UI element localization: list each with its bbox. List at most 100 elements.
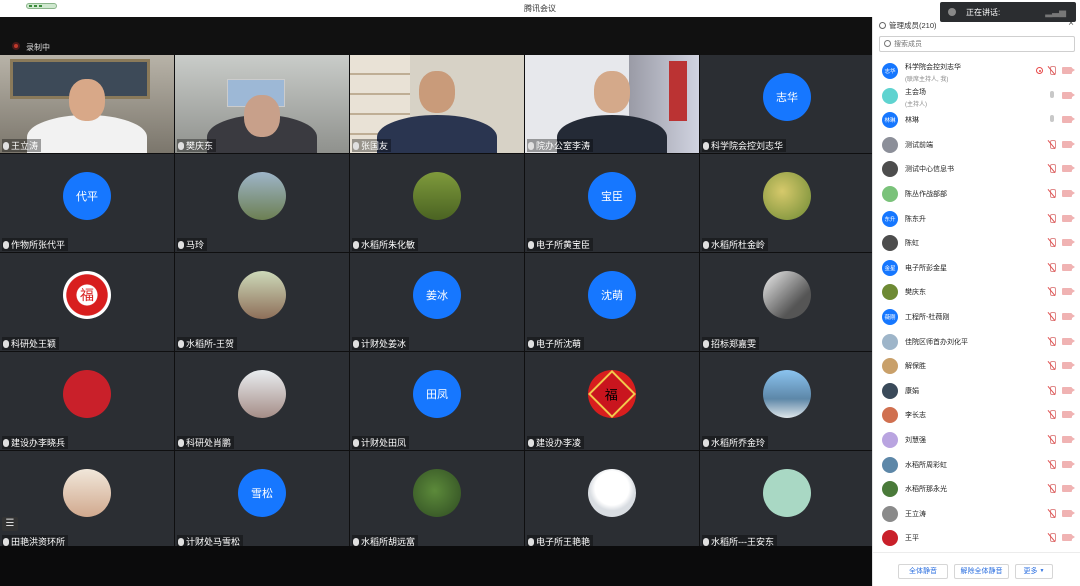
member-row[interactable]: 测试中心信息书 xyxy=(873,157,1080,182)
participant-tile[interactable]: 福建设办李凌 xyxy=(525,352,699,450)
camera-off-icon[interactable] xyxy=(1062,312,1075,320)
camera-off-icon[interactable] xyxy=(1062,116,1075,124)
menu-icon[interactable]: ☰ xyxy=(2,517,18,531)
member-row[interactable]: 佳院区师首办刘化平 xyxy=(873,330,1080,355)
participant-avatar xyxy=(413,469,461,517)
members-count-label: 管理成员(210) xyxy=(889,21,937,30)
camera-off-icon[interactable] xyxy=(1062,460,1075,468)
microphone-muted-icon[interactable] xyxy=(1049,213,1056,223)
member-row[interactable]: 刘慧强 xyxy=(873,428,1080,453)
participant-tile[interactable]: 水稻所杜金岭 xyxy=(700,154,874,252)
member-row[interactable]: 东升 陈东升 xyxy=(873,207,1080,232)
camera-off-icon[interactable] xyxy=(1062,485,1075,493)
microphone-icon[interactable] xyxy=(1049,115,1055,124)
member-search[interactable] xyxy=(879,36,1075,52)
camera-off-icon[interactable] xyxy=(1062,263,1075,271)
camera-off-icon[interactable] xyxy=(1062,411,1075,419)
participant-tile[interactable]: 田凤 计财处田凤 xyxy=(350,352,524,450)
microphone-muted-icon[interactable] xyxy=(1049,336,1056,346)
participant-tile[interactable]: 水稻所---王安东 xyxy=(700,451,874,549)
microphone-icon xyxy=(353,439,359,447)
microphone-icon[interactable] xyxy=(1049,90,1055,100)
microphone-muted-icon[interactable] xyxy=(1049,459,1056,469)
member-row[interactable]: 志华 科学院会控刘志华 (联席主持人, 我) xyxy=(873,59,1080,84)
microphone-muted-icon[interactable] xyxy=(1049,434,1056,444)
mute-all-button[interactable]: 全体静音 xyxy=(898,564,948,579)
microphone-muted-icon[interactable] xyxy=(1049,139,1056,149)
camera-off-icon[interactable] xyxy=(1062,534,1075,542)
member-row[interactable]: 金星 电子所彭金星 xyxy=(873,256,1080,281)
participant-avatar: 志华 xyxy=(763,73,811,121)
microphone-muted-icon[interactable] xyxy=(1049,533,1056,543)
microphone-muted-icon[interactable] xyxy=(1049,484,1056,494)
participant-tile[interactable]: 田艳洪资环所 xyxy=(0,451,174,549)
microphone-muted-icon[interactable] xyxy=(1049,385,1056,395)
member-row[interactable]: 水稻所那永光 xyxy=(873,477,1080,502)
camera-off-icon[interactable] xyxy=(1062,189,1075,197)
camera-off-icon[interactable] xyxy=(1062,509,1075,517)
member-row[interactable]: 陈虹 xyxy=(873,231,1080,256)
microphone-muted-icon[interactable] xyxy=(1049,262,1056,272)
participant-avatar: 代平 xyxy=(63,172,111,220)
camera-off-icon[interactable] xyxy=(1062,337,1075,345)
participant-tile[interactable]: 姜冰 计财处姜冰 xyxy=(350,253,524,351)
member-row[interactable]: 王立涛 xyxy=(873,502,1080,527)
more-button[interactable]: 更多 ▼ xyxy=(1015,564,1053,579)
member-row[interactable]: 王平 xyxy=(873,526,1080,549)
participant-tile[interactable]: 福科研处王颖 xyxy=(0,253,174,351)
participant-tile[interactable]: 张国友 xyxy=(350,55,524,153)
participant-name: 王立涛 xyxy=(11,141,39,151)
microphone-muted-icon[interactable] xyxy=(1049,410,1056,420)
participant-tile[interactable]: 建设办李晓兵 xyxy=(0,352,174,450)
member-row[interactable]: 林琳 林琳 xyxy=(873,108,1080,133)
camera-off-icon[interactable] xyxy=(1062,165,1075,173)
participant-tile[interactable]: 志华 科学院会控刘志华 xyxy=(700,55,874,153)
member-row[interactable]: 薇刚 工程所-杜薇刚 xyxy=(873,305,1080,330)
camera-off-icon[interactable] xyxy=(1062,362,1075,370)
microphone-muted-icon[interactable] xyxy=(1049,311,1056,321)
participant-tile[interactable]: 雪松 计财处马雪松 xyxy=(175,451,349,549)
microphone-muted-icon[interactable] xyxy=(1049,188,1056,198)
member-row[interactable]: 陈丛作战部部 xyxy=(873,182,1080,207)
camera-off-icon[interactable] xyxy=(1062,239,1075,247)
member-row[interactable]: 水稻所周彩虹 xyxy=(873,453,1080,478)
member-row[interactable]: 康娟 xyxy=(873,379,1080,404)
participant-tile[interactable]: 招标郑嘉雯 xyxy=(700,253,874,351)
participant-tile[interactable]: 代平 作物所张代平 xyxy=(0,154,174,252)
participant-name-tag: 院办公室李涛 xyxy=(527,139,594,152)
camera-off-icon[interactable] xyxy=(1062,386,1075,394)
participant-tile[interactable]: 科研处肖鹏 xyxy=(175,352,349,450)
participant-tile[interactable]: 水稻所胡远富 xyxy=(350,451,524,549)
camera-off-icon[interactable] xyxy=(1062,214,1075,222)
participant-tile[interactable]: 电子所王艳艳 xyxy=(525,451,699,549)
microphone-muted-icon[interactable] xyxy=(1049,164,1056,174)
microphone-muted-icon[interactable] xyxy=(1049,361,1056,371)
camera-off-icon[interactable] xyxy=(1062,91,1075,99)
unmute-all-button[interactable]: 解除全体静音 xyxy=(954,564,1009,579)
participant-tile[interactable]: 水稻所朱化敏 xyxy=(350,154,524,252)
member-row[interactable]: 解保胜 xyxy=(873,354,1080,379)
camera-off-icon[interactable] xyxy=(1062,67,1075,74)
member-row[interactable]: 主会场 (主持人) xyxy=(873,84,1080,109)
participant-tile[interactable]: 院办公室李涛 xyxy=(525,55,699,153)
participant-tile[interactable]: 王立涛 xyxy=(0,55,174,153)
participant-name-tag: 计财处姜冰 xyxy=(352,337,410,350)
member-row[interactable]: 樊庆东 xyxy=(873,280,1080,305)
participant-tile[interactable]: 水稻所乔金玲 xyxy=(700,352,874,450)
camera-off-icon[interactable] xyxy=(1062,288,1075,296)
microphone-muted-icon[interactable] xyxy=(1049,66,1056,75)
participant-tile[interactable]: 宝臣 电子所黄宝臣 xyxy=(525,154,699,252)
microphone-muted-icon[interactable] xyxy=(1049,287,1056,297)
participant-tile[interactable]: 樊庆东 xyxy=(175,55,349,153)
camera-off-icon[interactable] xyxy=(1062,140,1075,148)
member-row[interactable]: 测试前端 xyxy=(873,133,1080,158)
participant-tile[interactable]: 沈萌 电子所沈萌 xyxy=(525,253,699,351)
microphone-muted-icon[interactable] xyxy=(1049,508,1056,518)
microphone-muted-icon[interactable] xyxy=(1049,238,1056,248)
microphone-icon xyxy=(3,439,9,447)
camera-off-icon[interactable] xyxy=(1062,435,1075,443)
participant-tile[interactable]: 马玲 xyxy=(175,154,349,252)
search-input[interactable] xyxy=(894,38,1064,50)
participant-tile[interactable]: 水稻所-王贺 xyxy=(175,253,349,351)
member-row[interactable]: 李长志 xyxy=(873,403,1080,428)
